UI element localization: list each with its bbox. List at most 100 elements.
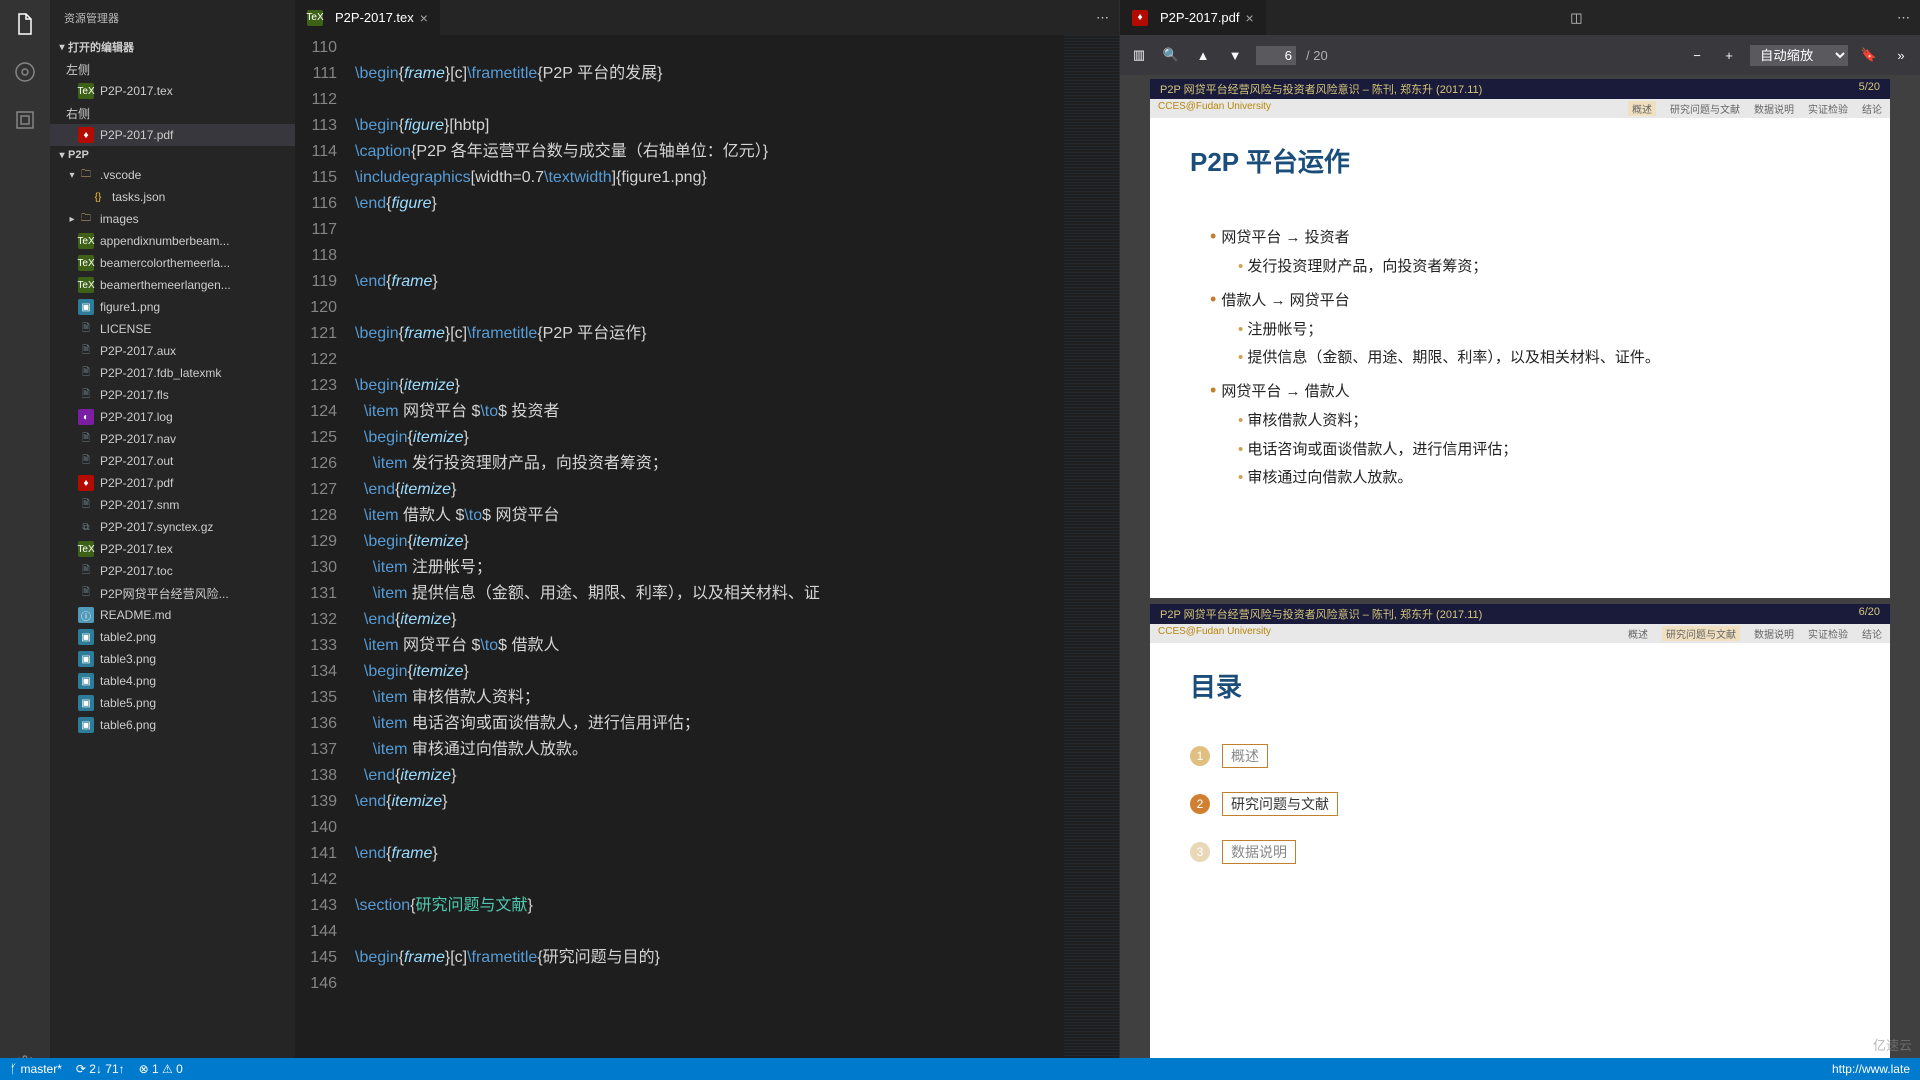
- file-beamercolor[interactable]: TeXbeamercolorthemeerla...: [50, 252, 295, 274]
- url-hint: http://www.late: [1832, 1062, 1910, 1076]
- zoom-select[interactable]: 自动缩放: [1750, 45, 1848, 66]
- file-synctex[interactable]: ⧉P2P-2017.synctex.gz: [50, 516, 295, 538]
- json-icon: {}: [90, 189, 106, 205]
- file-fdb[interactable]: 🗎P2P-2017.fdb_latexmk: [50, 362, 295, 384]
- file-tasks-json[interactable]: {}tasks.json: [50, 186, 295, 208]
- image-icon: ▣: [78, 299, 94, 315]
- search-icon[interactable]: 🔍: [1160, 44, 1182, 66]
- close-icon[interactable]: ×: [420, 10, 428, 26]
- git-branch[interactable]: ᚶ master*: [10, 1062, 62, 1076]
- tab-pdf[interactable]: ♦ P2P-2017.pdf ×: [1120, 0, 1266, 35]
- file-icon: 🗎: [78, 343, 94, 359]
- file-beamertheme[interactable]: TeXbeamerthemeerlangen...: [50, 274, 295, 296]
- archive-icon: ⧉: [78, 519, 94, 535]
- file-icon: 🗎: [78, 563, 94, 579]
- git-sync[interactable]: ⟳ 2↓ 71↑: [76, 1062, 125, 1076]
- folder-icon: 🗀: [78, 211, 94, 227]
- file-toc[interactable]: 🗎P2P-2017.toc: [50, 560, 295, 582]
- file-out[interactable]: 🗎P2P-2017.out: [50, 450, 295, 472]
- sidebar-toggle-icon[interactable]: ▥: [1128, 44, 1150, 66]
- code-content[interactable]: \begin{frame}[c]\frametitle{P2P 平台的发展} \…: [355, 35, 1064, 1080]
- file-icon: 🗎: [78, 497, 94, 513]
- pdf-content[interactable]: P2P 网贷平台经营风险与投资者风险意识 – 陈刊, 郑东升 (2017.11)…: [1120, 75, 1920, 1080]
- pdf-icon: ♦: [78, 475, 94, 491]
- split-icon[interactable]: ◫: [1560, 0, 1592, 35]
- file-tex[interactable]: TeXP2P-2017.tex: [50, 538, 295, 560]
- folder-icon: 🗀: [78, 167, 94, 183]
- code-editor[interactable]: 110 111 112 113 114 115 116 117 118 119 …: [295, 35, 1119, 1080]
- file-icon: 🗎: [78, 387, 94, 403]
- prev-page-icon[interactable]: ▲: [1192, 44, 1214, 66]
- page-input[interactable]: [1256, 46, 1296, 65]
- file-table3[interactable]: ▣table3.png: [50, 648, 295, 670]
- file-snm[interactable]: 🗎P2P-2017.snm: [50, 494, 295, 516]
- bookmark-icon[interactable]: 🔖: [1858, 44, 1880, 66]
- folder-vscode[interactable]: ▾🗀.vscode: [50, 164, 295, 186]
- zoom-out-icon[interactable]: −: [1686, 44, 1708, 66]
- file-figure1[interactable]: ▣figure1.png: [50, 296, 295, 318]
- tex-editor-pane: TeX P2P-2017.tex × ⋯ 110 111 112 113 114…: [295, 0, 1120, 1080]
- file-table5[interactable]: ▣table5.png: [50, 692, 295, 714]
- file-aux[interactable]: 🗎P2P-2017.aux: [50, 340, 295, 362]
- file-icon: 🗎: [78, 453, 94, 469]
- tab-label: P2P-2017.tex: [335, 10, 414, 25]
- file-license[interactable]: 🗎LICENSE: [50, 318, 295, 340]
- tools-icon[interactable]: »: [1890, 44, 1912, 66]
- slide-content: 网贷平台 → 投资者发行投资理财产品，向投资者筹资；借款人 → 网贷平台注册帐号…: [1190, 219, 1850, 493]
- file-docx[interactable]: 🗎P2P网贷平台经营风险...: [50, 582, 295, 604]
- sidebar-title: 资源管理器: [50, 0, 295, 36]
- tex-icon: TeX: [78, 233, 94, 249]
- latex-icon[interactable]: [11, 106, 39, 134]
- folder-images[interactable]: ▸🗀images: [50, 208, 295, 230]
- project-header[interactable]: ▾P2P: [50, 146, 295, 164]
- tex-icon: TeX: [78, 541, 94, 557]
- group-right-label: 右侧: [50, 102, 295, 124]
- tab-tex[interactable]: TeX P2P-2017.tex ×: [295, 0, 440, 35]
- tex-icon: TeX: [78, 83, 94, 99]
- file-log[interactable]: ◐P2P-2017.log: [50, 406, 295, 428]
- zoom-in-icon[interactable]: +: [1718, 44, 1740, 66]
- file-table6[interactable]: ▣table6.png: [50, 714, 295, 736]
- file-fls[interactable]: 🗎P2P-2017.fls: [50, 384, 295, 406]
- status-bar: ᚶ master* ⟳ 2↓ 71↑ ⊗ 1 ⚠ 0 http://www.la…: [0, 1058, 1920, 1080]
- minimap[interactable]: [1064, 35, 1119, 1080]
- right-tabs: ♦ P2P-2017.pdf × ◫ ⋯: [1120, 0, 1920, 35]
- open-editor-tex[interactable]: TeXP2P-2017.tex: [50, 80, 295, 102]
- image-icon: ▣: [78, 651, 94, 667]
- editor-more-icon[interactable]: ⋯: [1887, 0, 1920, 35]
- file-icon: 🗎: [78, 321, 94, 337]
- pdf-icon: ♦: [1132, 10, 1148, 26]
- group-left-label: 左侧: [50, 58, 295, 80]
- editor-more-icon[interactable]: ⋯: [1086, 0, 1119, 35]
- info-icon: ⓘ: [78, 607, 94, 623]
- explorer-icon[interactable]: [11, 10, 39, 38]
- image-icon: ▣: [78, 673, 94, 689]
- pdf-page-6: P2P 网贷平台经营风险与投资者风险意识 – 陈刊, 郑东升 (2017.11)…: [1150, 604, 1890, 1080]
- file-table4[interactable]: ▣table4.png: [50, 670, 295, 692]
- image-icon: ▣: [78, 629, 94, 645]
- image-icon: ▣: [78, 717, 94, 733]
- open-editors-header[interactable]: ▾打开的编辑器: [50, 36, 295, 58]
- open-editor-pdf[interactable]: ♦P2P-2017.pdf: [50, 124, 295, 146]
- pdf-page-5: P2P 网贷平台经营风险与投资者风险意识 – 陈刊, 郑东升 (2017.11)…: [1150, 79, 1890, 598]
- problems-indicator[interactable]: ⊗ 1 ⚠ 0: [139, 1062, 183, 1076]
- left-tabs: TeX P2P-2017.tex × ⋯: [295, 0, 1119, 35]
- editor-group: TeX P2P-2017.tex × ⋯ 110 111 112 113 114…: [295, 0, 1920, 1080]
- log-icon: ◐: [78, 409, 94, 425]
- next-page-icon[interactable]: ▼: [1224, 44, 1246, 66]
- slide-title: 目录: [1190, 667, 1850, 704]
- file-icon: 🗎: [78, 431, 94, 447]
- close-icon[interactable]: ×: [1246, 10, 1254, 26]
- file-nav[interactable]: 🗎P2P-2017.nav: [50, 428, 295, 450]
- file-appendix[interactable]: TeXappendixnumberbeam...: [50, 230, 295, 252]
- file-readme[interactable]: ⓘREADME.md: [50, 604, 295, 626]
- file-table2[interactable]: ▣table2.png: [50, 626, 295, 648]
- slide-title: P2P 平台运作: [1190, 142, 1850, 179]
- doc-icon: 🗎: [78, 585, 94, 601]
- image-icon: ▣: [78, 695, 94, 711]
- run-icon[interactable]: [11, 58, 39, 86]
- file-pdf[interactable]: ♦P2P-2017.pdf: [50, 472, 295, 494]
- slide-nav: CCES@Fudan University 概述研究问题与文献数据说明实证检验结…: [1150, 624, 1890, 643]
- tex-icon: TeX: [307, 10, 323, 26]
- line-gutter: 110 111 112 113 114 115 116 117 118 119 …: [295, 35, 355, 1080]
